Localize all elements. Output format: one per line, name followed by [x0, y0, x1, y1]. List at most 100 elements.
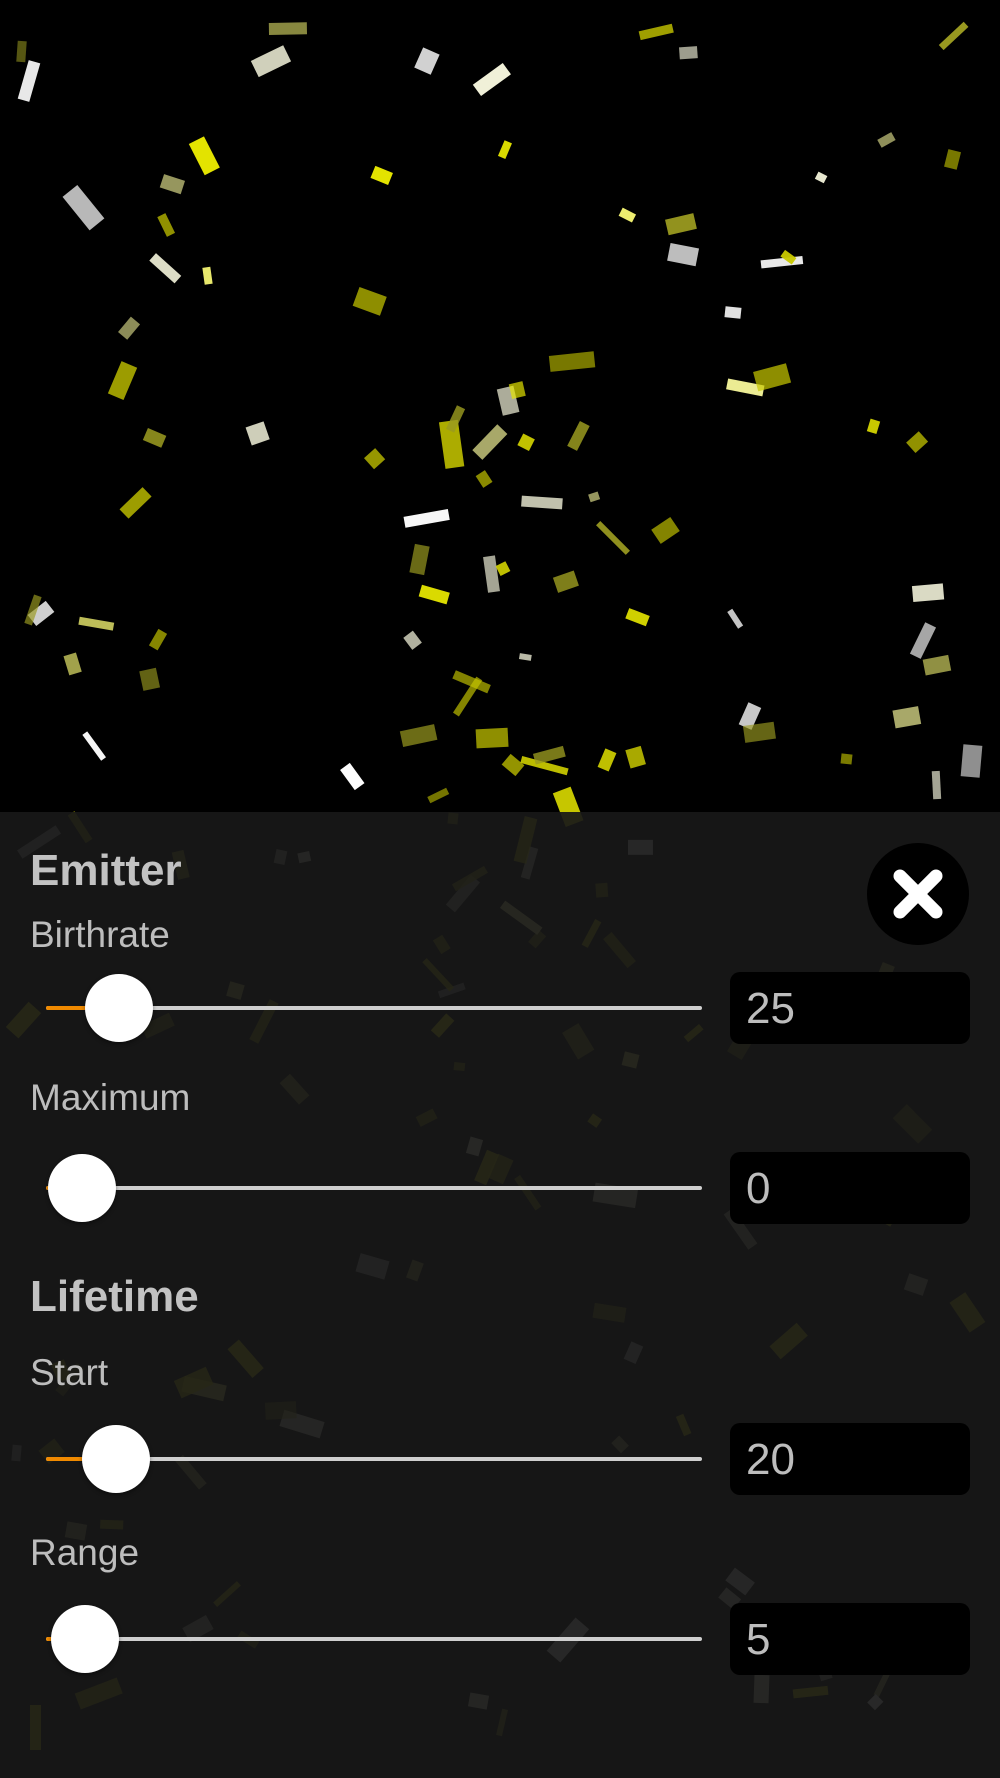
confetti-particle	[472, 62, 511, 96]
confetti-particle	[518, 653, 533, 662]
confetti-particle	[142, 428, 166, 448]
slider-thumb[interactable]	[85, 974, 154, 1042]
confetti-particle	[624, 608, 650, 627]
confetti-particle	[743, 721, 777, 743]
maximum-label: Maximum	[30, 1077, 191, 1118]
confetti-particle	[159, 173, 186, 195]
confetti-particle	[117, 316, 140, 340]
start-value: 20	[746, 1435, 795, 1484]
confetti-particle	[665, 213, 697, 236]
slider-track	[46, 1637, 702, 1641]
confetti-particle	[353, 287, 387, 316]
confetti-particle	[595, 521, 630, 556]
confetti-particle	[533, 746, 566, 766]
slider-thumb[interactable]	[51, 1605, 120, 1673]
confetti-particle	[724, 306, 742, 319]
confetti-particle	[402, 630, 422, 650]
confetti-particle	[78, 616, 115, 631]
confetti-particle	[548, 351, 596, 373]
confetti-particle	[639, 23, 675, 40]
confetti-particle	[906, 430, 929, 453]
confetti-particle	[625, 745, 647, 769]
confetti-particle	[553, 570, 579, 593]
confetti-particle	[138, 667, 160, 692]
confetti-particle	[269, 22, 308, 36]
confetti-particle	[814, 170, 828, 183]
confetti-particle	[339, 762, 365, 791]
confetti-particle	[892, 706, 921, 729]
confetti-particle	[189, 135, 221, 175]
confetti-particle	[840, 753, 853, 765]
confetti-particle	[370, 165, 393, 185]
confetti-particle	[501, 753, 525, 776]
confetti-particle	[400, 724, 438, 747]
confetti-particle	[245, 420, 270, 446]
confetti-particle	[944, 148, 961, 170]
slider-thumb[interactable]	[48, 1154, 116, 1222]
confetti-particle	[866, 418, 881, 434]
confetti-particle	[18, 60, 41, 103]
confetti-particle	[427, 787, 450, 803]
confetti-particle	[909, 622, 936, 660]
maximum-value: 0	[746, 1164, 771, 1213]
confetti-particle	[587, 491, 600, 503]
confetti-particle	[475, 727, 509, 748]
confetti-particle	[414, 47, 440, 75]
confetti-particle	[476, 470, 493, 489]
confetti-particle	[520, 495, 563, 510]
range-label: Range	[30, 1532, 140, 1573]
confetti-particle	[567, 421, 591, 452]
confetti-particle	[418, 584, 450, 605]
confetti-particle	[877, 132, 896, 149]
confetti-particle	[912, 583, 945, 602]
confetti-particle	[509, 381, 526, 399]
start-slider[interactable]	[46, 1423, 702, 1495]
confetti-particle	[148, 628, 167, 650]
confetti-particle	[108, 361, 138, 401]
confetti-particle	[16, 40, 27, 63]
birthrate-value-field[interactable]: 25	[730, 972, 970, 1044]
confetti-particle	[119, 486, 152, 519]
confetti-particle	[597, 748, 617, 772]
confetti-particle	[619, 207, 637, 223]
birthrate-label: Birthrate	[30, 914, 170, 955]
section-heading-lifetime: Lifetime	[30, 1272, 199, 1321]
birthrate-slider[interactable]	[46, 972, 702, 1044]
confetti-particle	[409, 543, 431, 576]
confetti-particle	[752, 363, 791, 392]
confetti-particle	[403, 509, 450, 529]
maximum-slider[interactable]	[46, 1152, 702, 1224]
confetti-particle	[250, 45, 291, 77]
start-label: Start	[30, 1352, 109, 1393]
confetti-particle	[931, 770, 942, 799]
confetti-particle	[472, 424, 508, 460]
confetti-particle	[445, 404, 465, 433]
confetti-particle	[157, 213, 175, 237]
confetti-particle	[938, 21, 969, 51]
confetti-particle	[651, 516, 680, 544]
confetti-particle	[148, 253, 181, 284]
close-button[interactable]	[867, 843, 969, 945]
slider-thumb[interactable]	[82, 1425, 151, 1493]
birthrate-value: 25	[746, 984, 795, 1033]
slider-track	[46, 1186, 702, 1190]
confetti-particle	[922, 654, 952, 676]
confetti-particle	[63, 184, 105, 231]
confetti-particle	[82, 731, 107, 761]
start-value-field[interactable]: 20	[730, 1423, 970, 1495]
maximum-value-field[interactable]: 0	[730, 1152, 970, 1224]
section-heading-emitter: Emitter	[30, 846, 182, 895]
confetti-particle	[363, 448, 386, 470]
confetti-particle	[483, 555, 500, 594]
range-value-field[interactable]: 5	[730, 1603, 970, 1675]
confetti-particle	[63, 652, 82, 676]
range-value: 5	[746, 1615, 771, 1664]
confetti-particle	[960, 743, 983, 778]
confetti-particle	[726, 608, 743, 629]
confetti-particle	[498, 140, 512, 159]
confetti-particle	[517, 434, 535, 452]
close-icon	[893, 869, 943, 919]
confetti-particle	[666, 242, 699, 267]
emitter-settings-panel: Emitter Birthrate 25 Maximum 0 Lifetime …	[0, 812, 1000, 1778]
range-slider[interactable]	[46, 1603, 702, 1675]
